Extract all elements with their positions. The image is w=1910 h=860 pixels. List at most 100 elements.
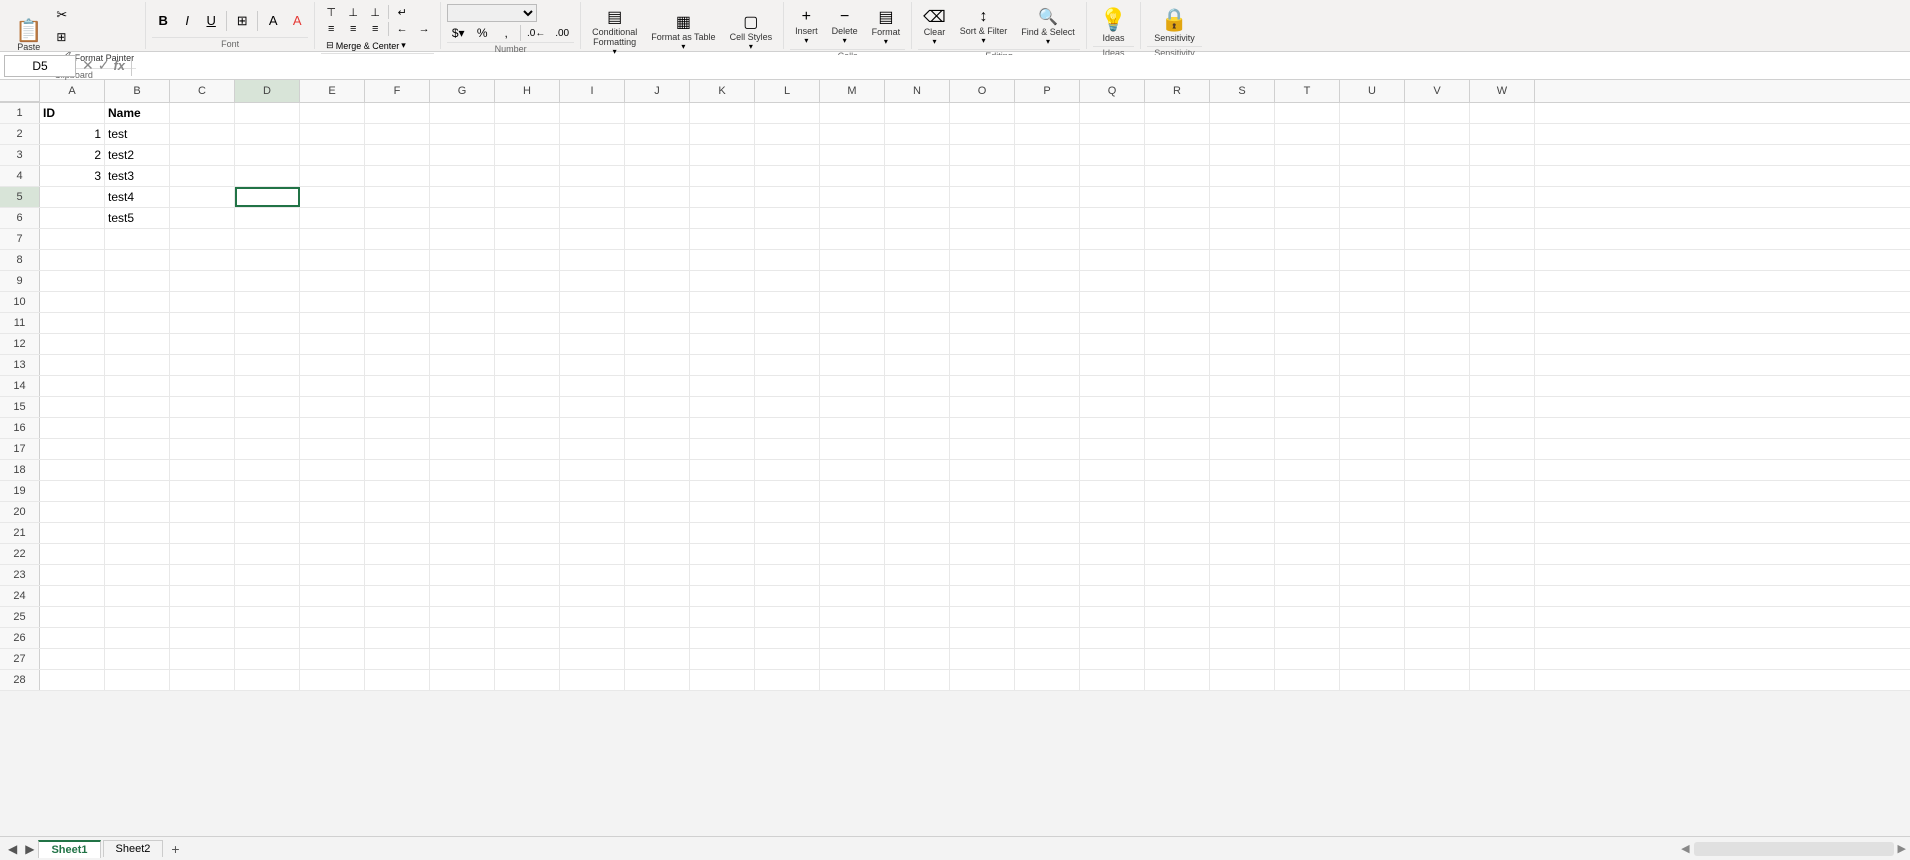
- cell-e17[interactable]: [300, 439, 365, 459]
- cell-c28[interactable]: [170, 670, 235, 690]
- cell-l27[interactable]: [755, 649, 820, 669]
- cell-w20[interactable]: [1470, 502, 1535, 522]
- cell-n9[interactable]: [885, 271, 950, 291]
- cell-w8[interactable]: [1470, 250, 1535, 270]
- cell-k7[interactable]: [690, 229, 755, 249]
- cell-n22[interactable]: [885, 544, 950, 564]
- cell-o7[interactable]: [950, 229, 1015, 249]
- cell-t22[interactable]: [1275, 544, 1340, 564]
- cell-m11[interactable]: [820, 313, 885, 333]
- cell-b28[interactable]: [105, 670, 170, 690]
- cell-u25[interactable]: [1340, 607, 1405, 627]
- cell-k26[interactable]: [690, 628, 755, 648]
- cell-i13[interactable]: [560, 355, 625, 375]
- cell-s24[interactable]: [1210, 586, 1275, 606]
- cell-a14[interactable]: [40, 376, 105, 396]
- cell-c14[interactable]: [170, 376, 235, 396]
- cell-i21[interactable]: [560, 523, 625, 543]
- cell-n13[interactable]: [885, 355, 950, 375]
- cell-w1[interactable]: [1470, 103, 1535, 123]
- cell-q15[interactable]: [1080, 397, 1145, 417]
- cell-g15[interactable]: [430, 397, 495, 417]
- cell-p8[interactable]: [1015, 250, 1080, 270]
- cell-j11[interactable]: [625, 313, 690, 333]
- col-header-M[interactable]: M: [820, 80, 885, 102]
- cell-g13[interactable]: [430, 355, 495, 375]
- cell-k19[interactable]: [690, 481, 755, 501]
- col-header-I[interactable]: I: [560, 80, 625, 102]
- cell-e8[interactable]: [300, 250, 365, 270]
- col-header-C[interactable]: C: [170, 80, 235, 102]
- cell-a21[interactable]: [40, 523, 105, 543]
- cell-h27[interactable]: [495, 649, 560, 669]
- cell-t1[interactable]: [1275, 103, 1340, 123]
- cell-w4[interactable]: [1470, 166, 1535, 186]
- cell-d20[interactable]: [235, 502, 300, 522]
- cell-i2[interactable]: [560, 124, 625, 144]
- cell-o6[interactable]: [950, 208, 1015, 228]
- cell-b5[interactable]: test4: [105, 187, 170, 207]
- cell-h1[interactable]: [495, 103, 560, 123]
- cell-u10[interactable]: [1340, 292, 1405, 312]
- cell-d11[interactable]: [235, 313, 300, 333]
- cell-g19[interactable]: [430, 481, 495, 501]
- cell-v3[interactable]: [1405, 145, 1470, 165]
- cell-l28[interactable]: [755, 670, 820, 690]
- cell-u27[interactable]: [1340, 649, 1405, 669]
- cell-w18[interactable]: [1470, 460, 1535, 480]
- cell-n14[interactable]: [885, 376, 950, 396]
- cell-v8[interactable]: [1405, 250, 1470, 270]
- cell-q9[interactable]: [1080, 271, 1145, 291]
- cell-c12[interactable]: [170, 334, 235, 354]
- cell-p28[interactable]: [1015, 670, 1080, 690]
- cell-v10[interactable]: [1405, 292, 1470, 312]
- cell-m27[interactable]: [820, 649, 885, 669]
- cell-u20[interactable]: [1340, 502, 1405, 522]
- select-all-button[interactable]: [0, 80, 40, 102]
- cell-a12[interactable]: [40, 334, 105, 354]
- cell-j24[interactable]: [625, 586, 690, 606]
- cell-a8[interactable]: [40, 250, 105, 270]
- cell-q14[interactable]: [1080, 376, 1145, 396]
- decimal-inc-button[interactable]: .0←: [524, 24, 548, 42]
- cell-q23[interactable]: [1080, 565, 1145, 585]
- align-top-button[interactable]: ⊤: [321, 4, 341, 20]
- cell-r25[interactable]: [1145, 607, 1210, 627]
- cell-t24[interactable]: [1275, 586, 1340, 606]
- cell-l9[interactable]: [755, 271, 820, 291]
- cell-r2[interactable]: [1145, 124, 1210, 144]
- cell-e25[interactable]: [300, 607, 365, 627]
- cell-k23[interactable]: [690, 565, 755, 585]
- row-number[interactable]: 21: [0, 523, 40, 543]
- cell-i25[interactable]: [560, 607, 625, 627]
- ideas-button[interactable]: 💡 Ideas: [1093, 4, 1134, 46]
- cell-n1[interactable]: [885, 103, 950, 123]
- cell-b2[interactable]: test: [105, 124, 170, 144]
- cell-m18[interactable]: [820, 460, 885, 480]
- cell-a9[interactable]: [40, 271, 105, 291]
- row-number[interactable]: 19: [0, 481, 40, 501]
- col-header-W[interactable]: W: [1470, 80, 1535, 102]
- cell-v23[interactable]: [1405, 565, 1470, 585]
- cell-h13[interactable]: [495, 355, 560, 375]
- cell-v11[interactable]: [1405, 313, 1470, 333]
- cell-p9[interactable]: [1015, 271, 1080, 291]
- cell-v2[interactable]: [1405, 124, 1470, 144]
- col-header-D[interactable]: D: [235, 80, 300, 102]
- cell-r11[interactable]: [1145, 313, 1210, 333]
- cell-v12[interactable]: [1405, 334, 1470, 354]
- cell-c4[interactable]: [170, 166, 235, 186]
- row-number[interactable]: 28: [0, 670, 40, 690]
- cell-p11[interactable]: [1015, 313, 1080, 333]
- cell-s23[interactable]: [1210, 565, 1275, 585]
- cell-t14[interactable]: [1275, 376, 1340, 396]
- sheet-tab-sheet2[interactable]: Sheet2: [103, 840, 164, 857]
- cell-k25[interactable]: [690, 607, 755, 627]
- cell-d8[interactable]: [235, 250, 300, 270]
- cell-b16[interactable]: [105, 418, 170, 438]
- cell-r16[interactable]: [1145, 418, 1210, 438]
- cell-r20[interactable]: [1145, 502, 1210, 522]
- cell-i15[interactable]: [560, 397, 625, 417]
- cell-v15[interactable]: [1405, 397, 1470, 417]
- format-button[interactable]: ▤ Format ▾: [867, 4, 906, 49]
